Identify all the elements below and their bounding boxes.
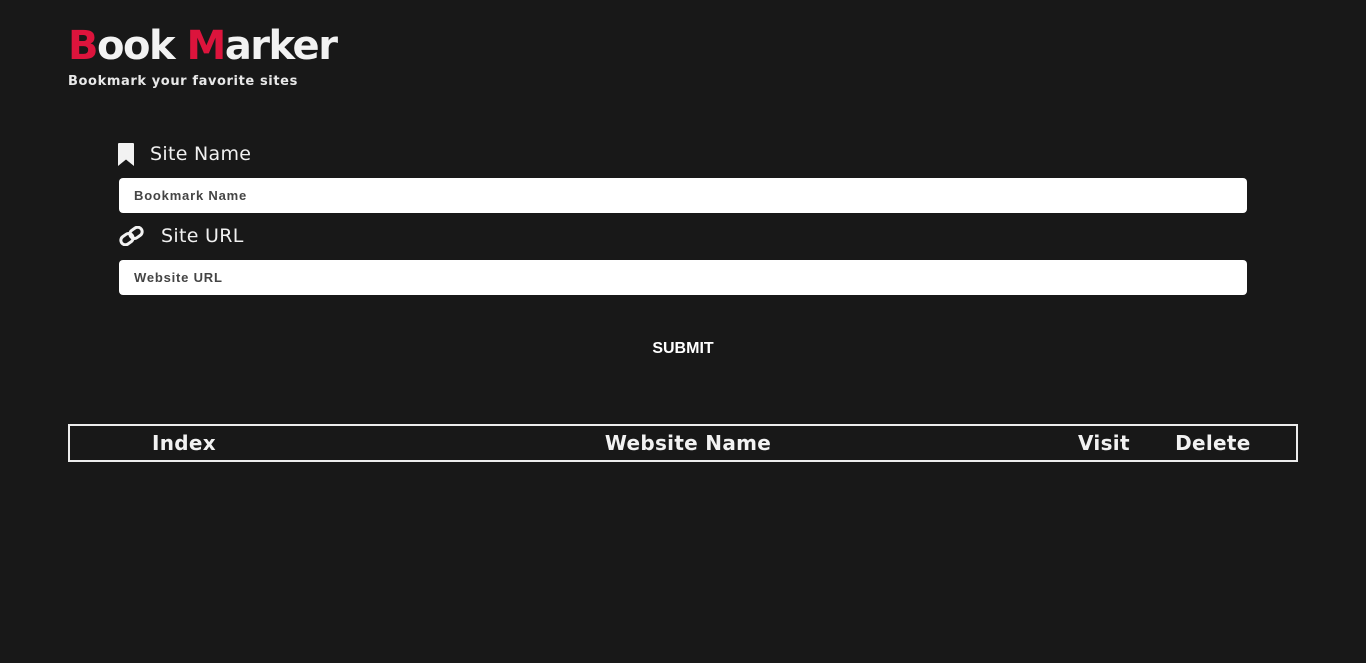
brand-header: Book Marker Bookmark your favorite sites xyxy=(68,20,338,89)
app-title: Book Marker xyxy=(68,20,338,72)
site-name-label: Site Name xyxy=(118,142,251,166)
site-url-label: Site URL xyxy=(118,224,244,248)
site-name-input[interactable] xyxy=(119,178,1247,213)
table-header-row: Index Website Name Visit Delete xyxy=(69,425,1297,461)
column-header-visit: Visit xyxy=(1078,431,1130,455)
title-word-ook: ook xyxy=(97,23,187,69)
table-header: Index Website Name Visit Delete xyxy=(69,425,1297,461)
title-accent-letter-m: M xyxy=(186,23,227,69)
site-name-label-text: Site Name xyxy=(150,143,252,165)
column-header-index: Index xyxy=(152,431,216,455)
title-word-arker: arker xyxy=(224,23,338,69)
column-header-delete: Delete xyxy=(1175,431,1251,455)
submit-button[interactable]: SUBMIT xyxy=(633,334,733,364)
bookmarker-page: Book Marker Bookmark your favorite sites… xyxy=(0,0,1366,663)
bookmark-icon xyxy=(118,142,134,166)
link-icon xyxy=(118,224,145,248)
app-tagline: Bookmark your favorite sites xyxy=(68,74,298,89)
title-accent-letter-b: B xyxy=(68,23,99,69)
site-url-input[interactable] xyxy=(119,260,1247,295)
site-url-label-text: Site URL xyxy=(161,225,244,247)
bookmarks-table: Index Website Name Visit Delete xyxy=(68,424,1298,462)
column-header-website-name: Website Name xyxy=(604,431,772,455)
